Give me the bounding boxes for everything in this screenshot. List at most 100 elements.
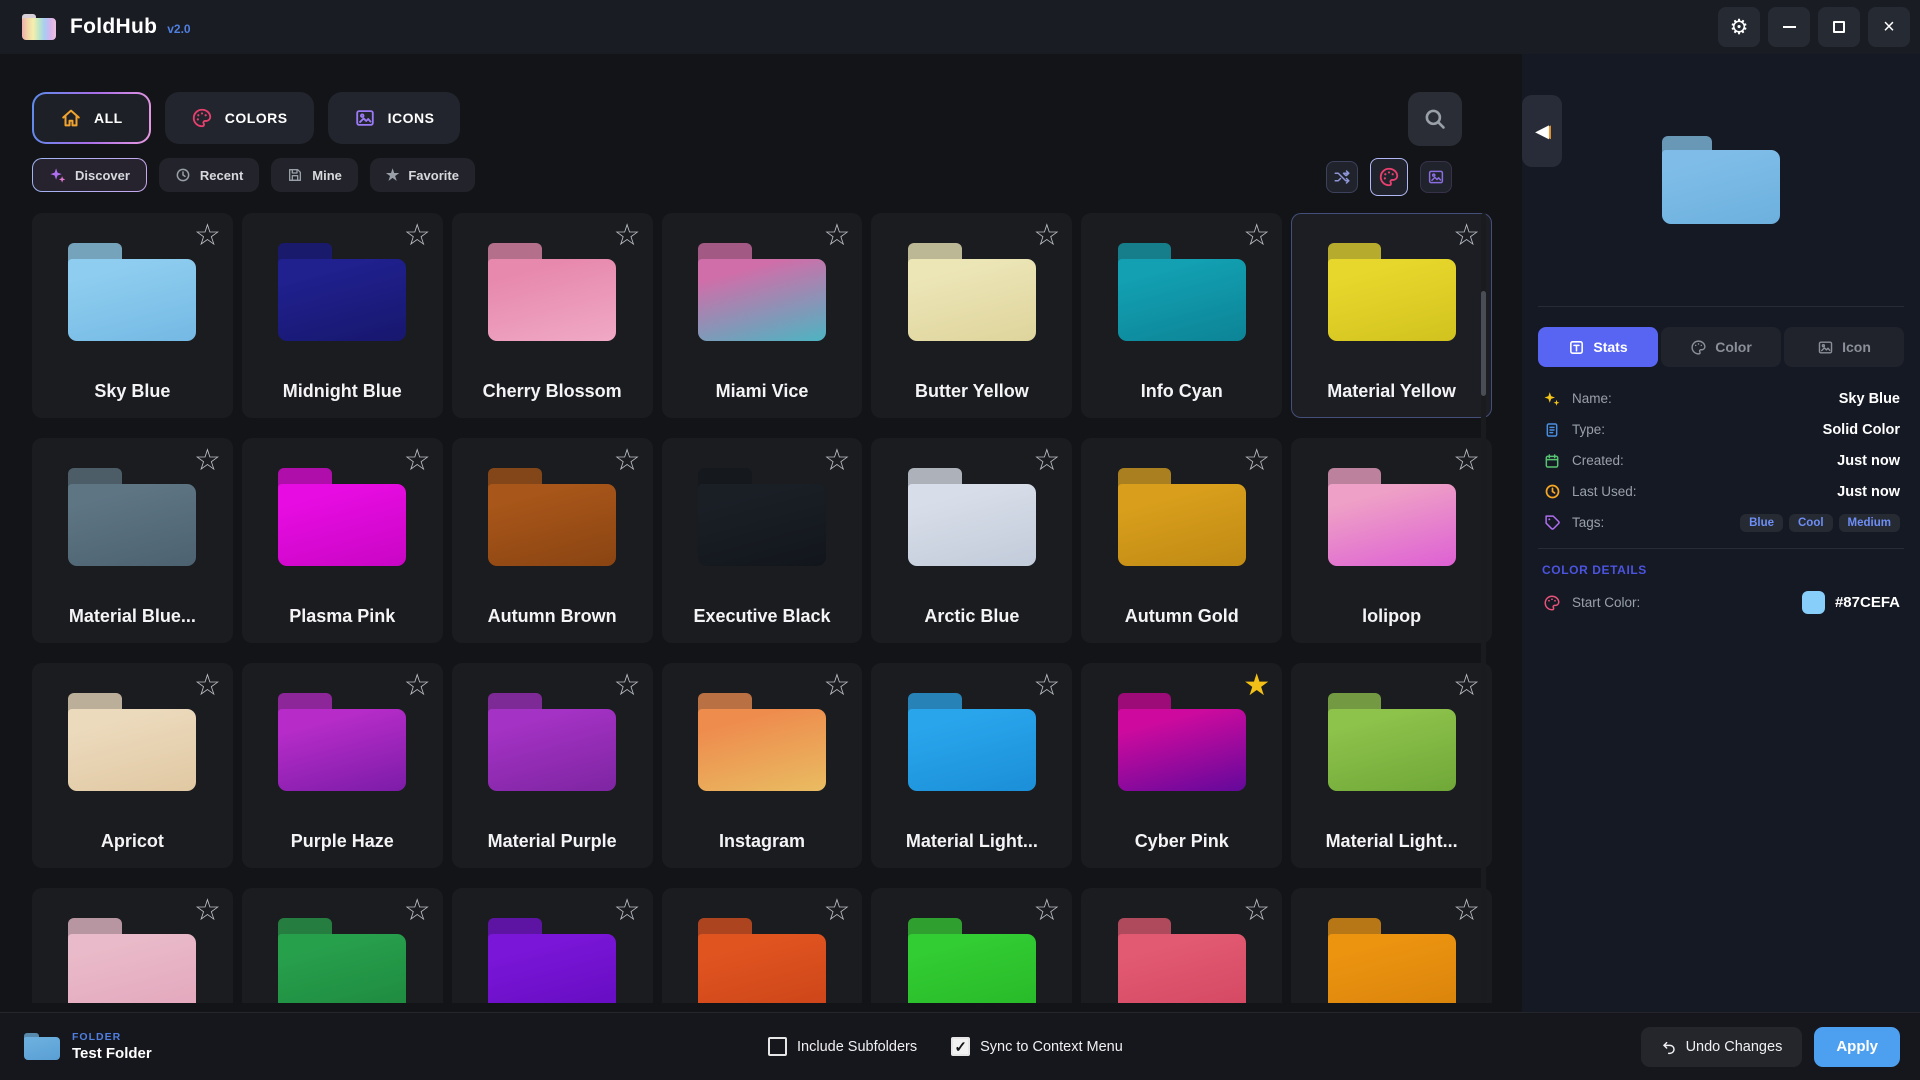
tab-icons[interactable]: ICONS — [328, 92, 461, 144]
settings-button[interactable]: ⚙ — [1718, 7, 1760, 47]
folder-card[interactable]: ☆ Material Blue... — [32, 438, 233, 643]
favorite-star-icon[interactable]: ☆ — [1453, 221, 1480, 251]
include-subfolders-option[interactable]: Include Subfolders — [768, 1037, 917, 1056]
folder-card[interactable]: ☆ — [452, 888, 653, 1003]
favorite-star-icon[interactable]: ☆ — [824, 896, 851, 926]
sync-context-menu-checkbox[interactable]: ✓ — [951, 1037, 970, 1056]
favorite-star-icon[interactable]: ☆ — [404, 221, 431, 251]
favorite-star-icon[interactable]: ☆ — [1033, 221, 1060, 251]
search-icon — [1422, 106, 1448, 132]
favorite-star-icon[interactable]: ☆ — [194, 671, 221, 701]
filter-discover[interactable]: Discover — [32, 158, 147, 192]
folder-card[interactable]: ☆ — [32, 888, 233, 1003]
favorite-star-icon[interactable]: ☆ — [1033, 896, 1060, 926]
folder-card[interactable]: ☆ Butter Yellow — [871, 213, 1072, 418]
search-button[interactable] — [1408, 92, 1462, 146]
favorite-star-icon[interactable]: ☆ — [1243, 446, 1270, 476]
start-color-swatch[interactable] — [1802, 591, 1825, 614]
folder-card[interactable]: ★ Cyber Pink — [1081, 663, 1282, 868]
folder-card[interactable]: ☆ — [1291, 888, 1492, 1003]
folder-card[interactable]: ☆ Instagram — [662, 663, 863, 868]
sparkles-icon — [1543, 390, 1561, 408]
folder-card[interactable]: ☆ — [242, 888, 443, 1003]
folder-card[interactable]: ☆ Purple Haze — [242, 663, 443, 868]
folder-card[interactable]: ☆ Material Light... — [1291, 663, 1492, 868]
folder-grid-clip: ☆ Sky Blue ☆ Midnight Blue ☆ Cherry Blos… — [32, 213, 1492, 1003]
folder-card[interactable]: ☆ — [871, 888, 1072, 1003]
target-folder-info: FOLDER Test Folder — [0, 1031, 152, 1062]
favorite-star-icon[interactable]: ☆ — [1243, 221, 1270, 251]
folder-card[interactable]: ☆ Cherry Blossom — [452, 213, 653, 418]
undo-changes-button[interactable]: Undo Changes — [1641, 1027, 1803, 1067]
sync-context-menu-option[interactable]: ✓ Sync to Context Menu — [951, 1037, 1123, 1056]
favorite-star-icon[interactable]: ☆ — [614, 446, 641, 476]
folder-card[interactable]: ☆ Plasma Pink — [242, 438, 443, 643]
folder-card[interactable]: ☆ — [1081, 888, 1282, 1003]
tab-colors[interactable]: COLORS — [165, 92, 314, 144]
favorite-star-icon[interactable]: ☆ — [824, 446, 851, 476]
apply-button[interactable]: Apply — [1814, 1027, 1900, 1067]
include-subfolders-checkbox[interactable] — [768, 1037, 787, 1056]
filter-favorite[interactable]: ★ Favorite — [370, 158, 475, 192]
maximize-button[interactable] — [1818, 7, 1860, 47]
minimize-button[interactable] — [1768, 7, 1810, 47]
folder-color-icon — [68, 693, 196, 791]
stat-tags-row: Tags: BlueCoolMedium — [1542, 507, 1900, 538]
icon-view-button[interactable] — [1420, 161, 1452, 193]
tag-chip[interactable]: Blue — [1740, 514, 1783, 532]
favorite-star-icon[interactable]: ☆ — [1033, 671, 1060, 701]
favorite-star-icon[interactable]: ☆ — [614, 896, 641, 926]
folder-card[interactable]: ☆ Material Purple — [452, 663, 653, 868]
folder-color-icon — [1328, 468, 1456, 566]
folder-card[interactable]: ☆ Executive Black — [662, 438, 863, 643]
tag-chip[interactable]: Cool — [1789, 514, 1833, 532]
collapse-panel-button[interactable]: ◀ — [1522, 95, 1562, 167]
favorite-star-icon[interactable]: ☆ — [194, 446, 221, 476]
filter-mine[interactable]: Mine — [271, 158, 358, 192]
favorite-star-icon[interactable]: ☆ — [1453, 446, 1480, 476]
favorite-star-icon[interactable]: ☆ — [404, 446, 431, 476]
folder-card[interactable]: ☆ Info Cyan — [1081, 213, 1282, 418]
filter-recent[interactable]: Recent — [159, 158, 259, 192]
folder-color-icon — [1328, 918, 1456, 1003]
folder-card[interactable]: ☆ Sky Blue — [32, 213, 233, 418]
folder-card[interactable]: ☆ Apricot — [32, 663, 233, 868]
favorite-star-icon[interactable]: ★ — [1243, 671, 1270, 701]
favorite-star-icon[interactable]: ☆ — [614, 671, 641, 701]
panel-tab-color[interactable]: Color — [1661, 327, 1781, 367]
favorite-star-icon[interactable]: ☆ — [404, 896, 431, 926]
favorite-star-icon[interactable]: ☆ — [1243, 896, 1270, 926]
panel-tab-stats[interactable]: Stats — [1538, 327, 1658, 367]
favorite-star-icon[interactable]: ☆ — [1453, 896, 1480, 926]
favorite-star-icon[interactable]: ☆ — [614, 221, 641, 251]
favorite-star-icon[interactable]: ☆ — [194, 221, 221, 251]
folder-card[interactable]: ☆ Material Yellow — [1291, 213, 1492, 418]
tab-all[interactable]: ALL — [32, 92, 151, 144]
close-button[interactable]: × — [1868, 7, 1910, 47]
folder-card[interactable]: ☆ Autumn Gold — [1081, 438, 1282, 643]
favorite-star-icon[interactable]: ☆ — [404, 671, 431, 701]
favorite-star-icon[interactable]: ☆ — [194, 896, 221, 926]
grid-scrollbar[interactable] — [1481, 213, 1486, 1003]
favorite-star-icon[interactable]: ☆ — [1033, 446, 1060, 476]
folder-card[interactable]: ☆ Midnight Blue — [242, 213, 443, 418]
folder-card[interactable]: ☆ Miami Vice — [662, 213, 863, 418]
folder-card[interactable]: ☆ Arctic Blue — [871, 438, 1072, 643]
panel-tab-icon[interactable]: Icon — [1784, 327, 1904, 367]
status-bar: FOLDER Test Folder Include Subfolders ✓ … — [0, 1012, 1920, 1080]
favorite-star-icon[interactable]: ☆ — [1453, 671, 1480, 701]
folder-card[interactable]: ☆ Material Light... — [871, 663, 1072, 868]
tag-chip[interactable]: Medium — [1839, 514, 1900, 532]
folder-color-icon — [278, 693, 406, 791]
folder-card[interactable]: ☆ — [662, 888, 863, 1003]
star-icon: ★ — [386, 166, 399, 184]
grid-scrollbar-thumb[interactable] — [1481, 291, 1486, 396]
stat-name-row: Name: Sky Blue — [1542, 383, 1900, 414]
favorite-star-icon[interactable]: ☆ — [824, 221, 851, 251]
shuffle-view-button[interactable] — [1326, 161, 1358, 193]
color-view-button[interactable] — [1370, 158, 1408, 196]
folder-name: Material Blue... — [69, 606, 196, 643]
folder-card[interactable]: ☆ Autumn Brown — [452, 438, 653, 643]
favorite-star-icon[interactable]: ☆ — [824, 671, 851, 701]
folder-card[interactable]: ☆ lolipop — [1291, 438, 1492, 643]
